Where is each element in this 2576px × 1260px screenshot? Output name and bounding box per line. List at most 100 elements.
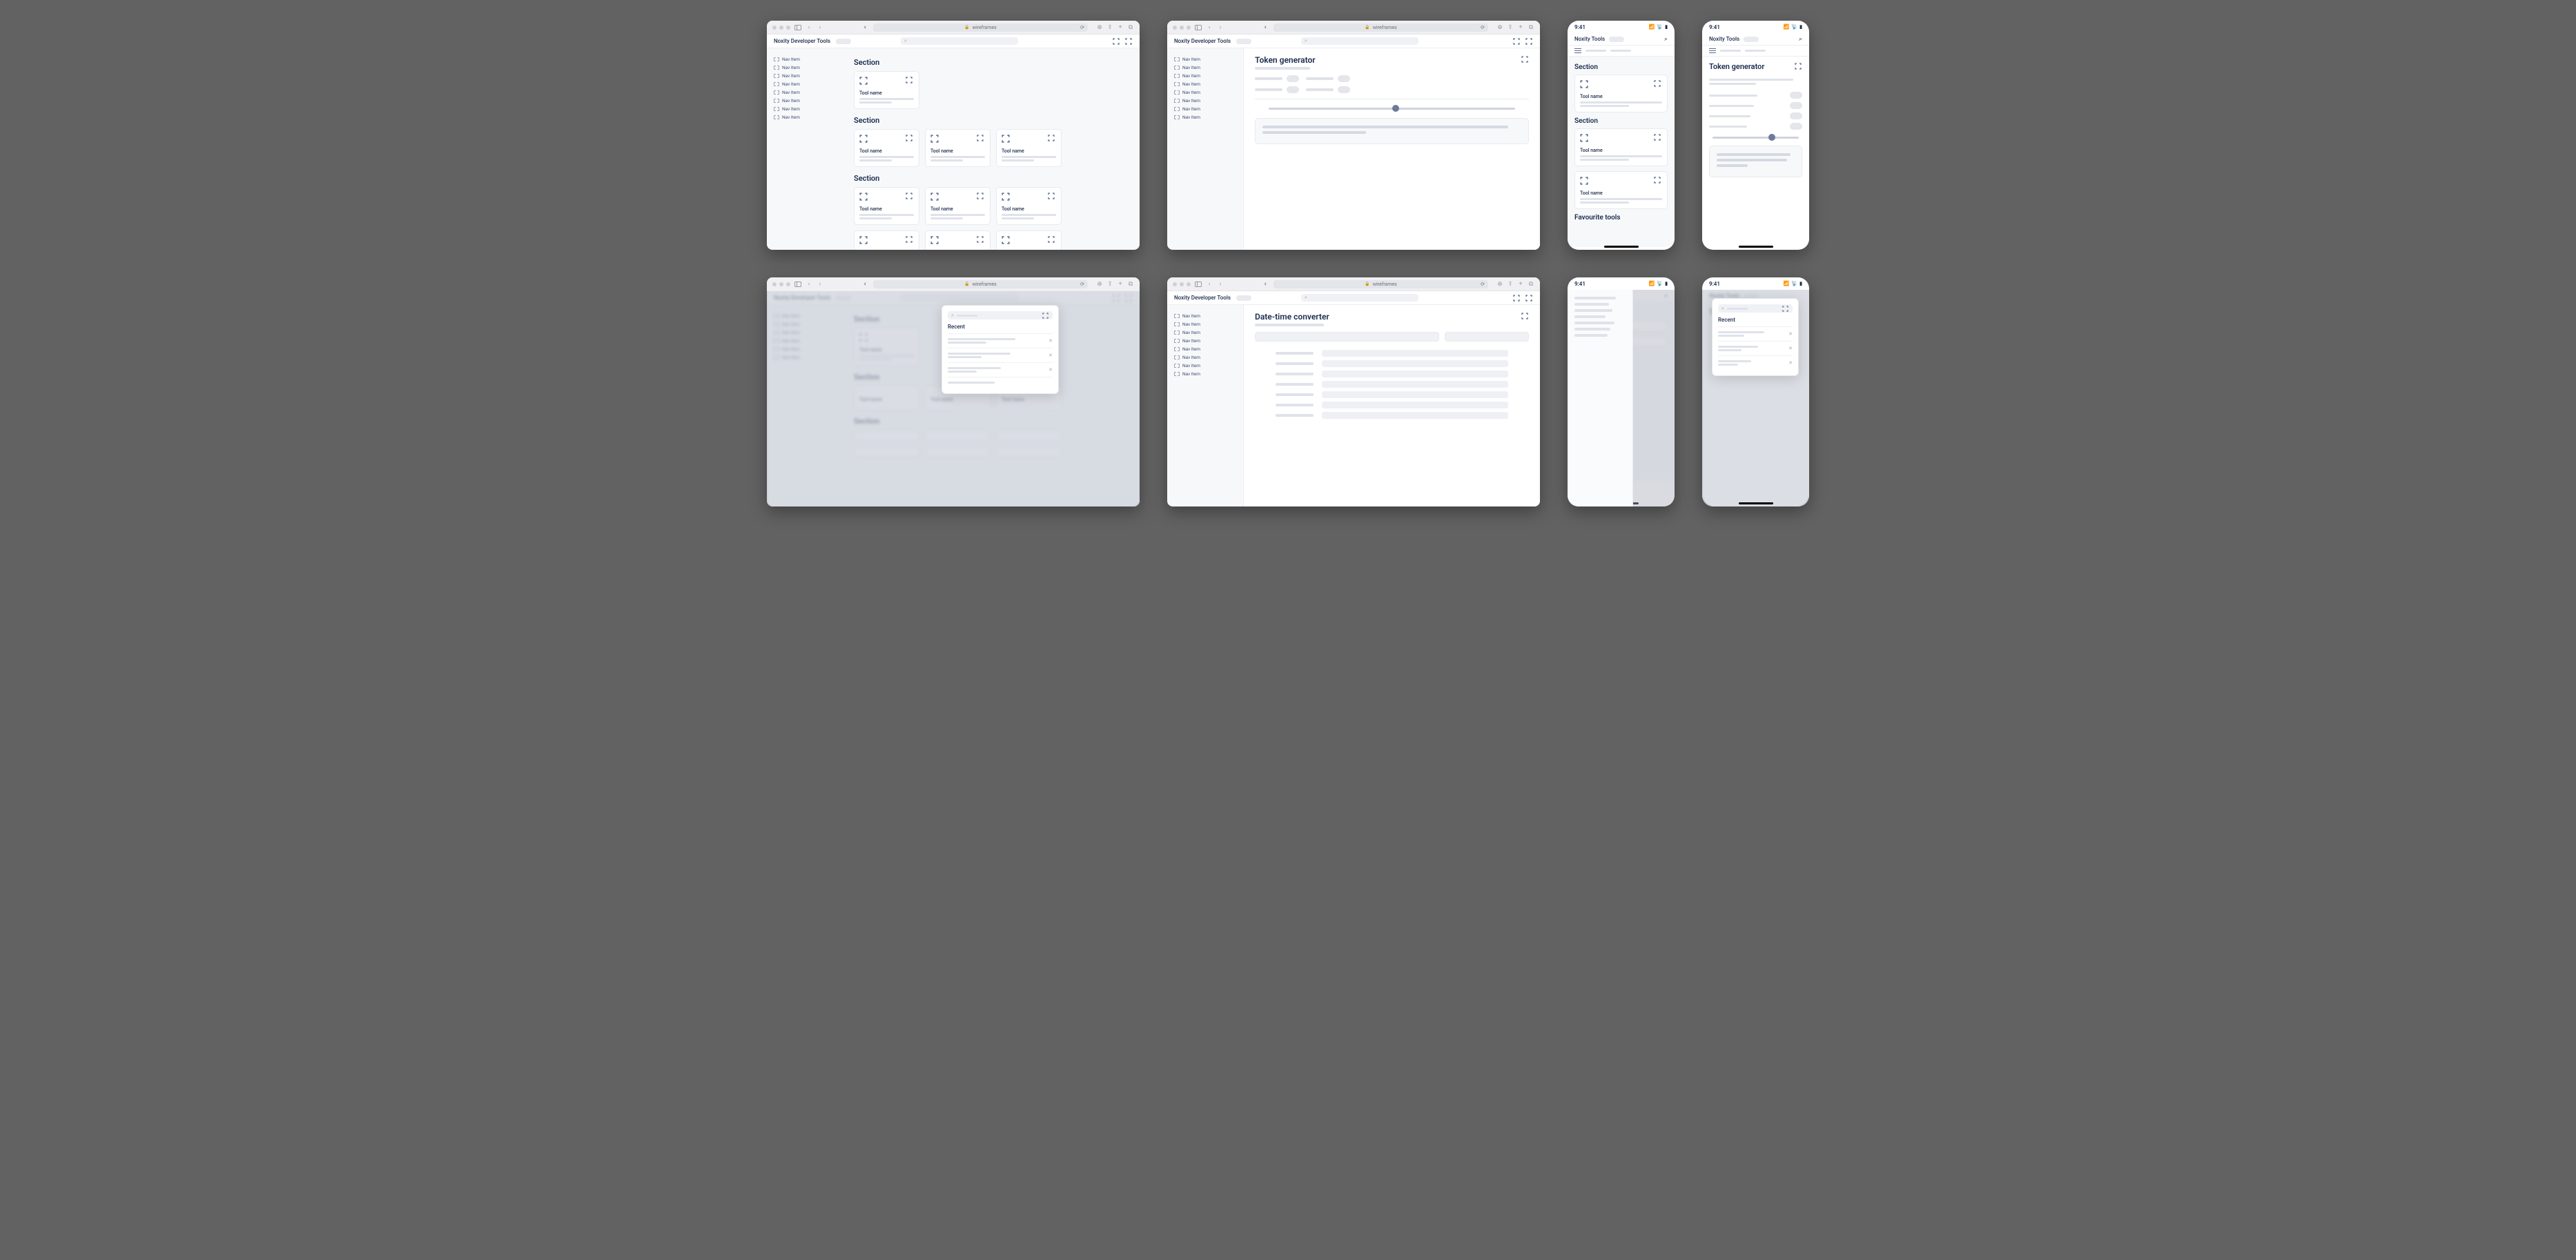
shield-icon[interactable]: ◐ <box>1262 24 1269 31</box>
share-icon[interactable]: ⇪ <box>1507 24 1514 31</box>
expand-icon[interactable] <box>1654 80 1662 88</box>
format-value[interactable] <box>1322 360 1508 367</box>
reload-icon[interactable]: ⟳ <box>1080 25 1084 30</box>
nav-item[interactable]: Nav Item <box>774 88 843 97</box>
tool-card[interactable]: Tool name <box>1574 75 1668 112</box>
address-bar[interactable]: 🔒 wireframes ⟳ <box>873 23 1088 32</box>
tool-card[interactable]: Tool name <box>925 187 991 225</box>
tabs-icon[interactable]: ⧉ <box>1528 281 1534 288</box>
drawer-item[interactable] <box>1574 297 1616 299</box>
back-icon[interactable]: ‹ <box>1206 24 1213 31</box>
toggle[interactable] <box>1790 102 1802 109</box>
remove-icon[interactable]: ✕ <box>1048 353 1053 358</box>
nav-item[interactable]: Nav Item <box>774 105 843 113</box>
search-input[interactable]: ⌕ <box>1301 294 1418 302</box>
nav-item[interactable]: Nav Item <box>1174 345 1243 353</box>
toggle[interactable] <box>1790 112 1802 119</box>
expand-icon[interactable] <box>977 193 985 201</box>
expand-icon[interactable] <box>906 236 914 244</box>
share-icon[interactable]: ⇪ <box>1106 24 1113 31</box>
expand-icon[interactable] <box>1521 55 1529 63</box>
nav-item[interactable]: Nav Item <box>1174 55 1243 63</box>
download-icon[interactable]: ⊕ <box>1496 24 1503 31</box>
toggle[interactable] <box>1338 75 1350 82</box>
search-result[interactable] <box>948 377 1053 388</box>
modal-search-input[interactable]: ⌕ <box>1718 304 1793 313</box>
reload-icon[interactable]: ⟳ <box>1481 25 1485 30</box>
nav-item[interactable]: Nav Item <box>1174 312 1243 320</box>
new-tab-icon[interactable]: + <box>1117 24 1124 31</box>
nav-item[interactable]: Nav Item <box>1174 113 1243 121</box>
nav-item[interactable]: Nav Item <box>1174 63 1243 72</box>
expand-icon-2[interactable] <box>1124 37 1133 46</box>
nav-item[interactable]: Nav Item <box>774 113 843 121</box>
nav-item[interactable]: Nav Item <box>774 63 843 72</box>
search-result[interactable]: ✕ <box>1718 341 1793 355</box>
expand-icon[interactable] <box>1512 37 1521 46</box>
shield-icon[interactable]: ◐ <box>1262 281 1269 288</box>
format-value[interactable] <box>1322 402 1508 408</box>
download-icon[interactable]: ⊕ <box>1096 281 1103 288</box>
modal-search-input[interactable]: ⌕ <box>948 311 1053 319</box>
traffic-lights[interactable] <box>1173 26 1191 30</box>
remove-icon[interactable]: ✕ <box>1788 346 1793 351</box>
nav-item[interactable]: Nav Item <box>1174 353 1243 362</box>
menu-icon[interactable] <box>1574 48 1581 54</box>
home-indicator[interactable] <box>1739 246 1773 248</box>
search-result[interactable]: ✕ <box>1718 355 1793 370</box>
slider-thumb[interactable] <box>1392 105 1399 112</box>
menu-icon[interactable] <box>1709 48 1716 54</box>
shield-icon[interactable]: ◐ <box>862 24 869 31</box>
format-select[interactable] <box>1445 332 1529 342</box>
search-input[interactable]: ⌕ <box>1301 37 1418 45</box>
expand-icon[interactable] <box>1112 37 1120 46</box>
format-value[interactable] <box>1322 371 1508 377</box>
search-result[interactable]: ✕ <box>948 348 1053 362</box>
drawer-item[interactable] <box>1574 328 1610 331</box>
nav-item[interactable]: Nav Item <box>1174 72 1243 80</box>
forward-icon[interactable]: › <box>817 281 823 288</box>
sidebar-toggle-icon[interactable] <box>794 281 801 288</box>
expand-icon[interactable] <box>1654 177 1662 185</box>
format-value[interactable] <box>1322 391 1508 398</box>
nav-item[interactable]: Nav Item <box>774 72 843 80</box>
nav-item[interactable]: Nav Item <box>1174 105 1243 113</box>
remove-icon[interactable]: ✕ <box>1048 338 1053 344</box>
expand-icon[interactable] <box>906 135 914 143</box>
share-icon[interactable]: ⇪ <box>1106 281 1113 288</box>
tool-card[interactable]: Tool name <box>996 187 1062 225</box>
home-indicator[interactable] <box>1604 246 1639 248</box>
search-icon[interactable]: ⌕ <box>1799 36 1802 43</box>
expand-icon[interactable] <box>1048 193 1056 201</box>
expand-icon[interactable] <box>1512 294 1521 302</box>
nav-item[interactable]: Nav Item <box>1174 88 1243 97</box>
nav-item[interactable]: Nav Item <box>1174 80 1243 88</box>
download-icon[interactable]: ⊕ <box>1496 281 1503 288</box>
search-input[interactable]: ⌕ <box>901 37 1018 45</box>
nav-item[interactable]: Nav Item <box>1174 337 1243 345</box>
expand-icon[interactable] <box>1781 304 1789 313</box>
drawer-item[interactable] <box>1574 322 1614 324</box>
home-indicator[interactable] <box>1739 502 1773 504</box>
expand-icon[interactable] <box>906 193 914 201</box>
tool-card[interactable]: Tool name <box>854 129 919 167</box>
expand-icon[interactable] <box>1521 312 1529 320</box>
format-value[interactable] <box>1322 350 1508 357</box>
forward-icon[interactable]: › <box>1217 281 1224 288</box>
new-tab-icon[interactable]: + <box>1117 281 1124 288</box>
expand-icon-2[interactable] <box>1525 294 1533 302</box>
format-value[interactable] <box>1322 412 1508 419</box>
expand-icon[interactable] <box>1654 134 1662 142</box>
expand-icon[interactable] <box>977 135 985 143</box>
nav-item[interactable]: Nav Item <box>774 97 843 105</box>
remove-icon[interactable]: ✕ <box>1788 360 1793 366</box>
tool-card[interactable]: Tool name <box>996 230 1062 250</box>
share-icon[interactable]: ⇪ <box>1507 281 1514 288</box>
reload-icon[interactable]: ⟳ <box>1080 282 1084 287</box>
reload-icon[interactable]: ⟳ <box>1481 282 1485 287</box>
tool-card[interactable]: Tool name <box>925 230 991 250</box>
traffic-lights[interactable] <box>772 26 790 30</box>
traffic-lights[interactable] <box>772 282 790 286</box>
tool-card[interactable]: Tool name <box>1574 128 1668 166</box>
expand-icon[interactable] <box>1048 135 1056 143</box>
